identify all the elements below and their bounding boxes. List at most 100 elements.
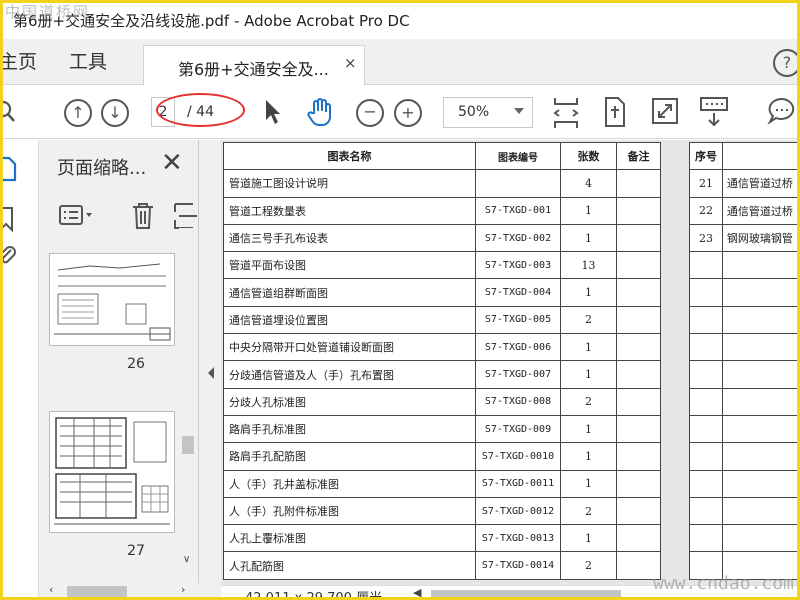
cell-note bbox=[616, 524, 661, 553]
next-page-icon[interactable]: ↓ bbox=[101, 99, 129, 127]
tab-tools[interactable]: 工具 bbox=[69, 39, 107, 85]
cell-code: S7-TXGD-0014 bbox=[475, 551, 561, 580]
document-view[interactable]: 图表名称 图表编号 张数 备注 管道施工图设计说明 4 管道工程数量表 S7-TXG… bbox=[221, 140, 797, 597]
page-thumbnail-27[interactable] bbox=[49, 411, 175, 533]
table-row: 通信三号手孔布设表 S7-TXGD-002 1 bbox=[223, 223, 661, 253]
tab-home[interactable]: 主页 bbox=[3, 39, 37, 85]
cell-name: 分歧人孔标准图 bbox=[223, 387, 476, 416]
previous-page-icon[interactable]: ↑ bbox=[64, 99, 92, 127]
cell-note bbox=[616, 360, 661, 389]
rotate-page-icon[interactable] bbox=[602, 96, 628, 128]
insert-pages-icon[interactable] bbox=[173, 202, 199, 230]
tab-document[interactable]: 第6册+交通安全及... × bbox=[143, 45, 365, 85]
table-row: 通信管道埋设位置图 S7-TXGD-005 2 bbox=[223, 305, 661, 335]
scroll-right-icon[interactable]: › bbox=[181, 583, 185, 596]
cell-note bbox=[616, 414, 661, 444]
cell-name bbox=[721, 414, 797, 444]
fit-width-icon[interactable] bbox=[553, 96, 579, 130]
zoom-select[interactable]: 50% bbox=[443, 97, 533, 128]
read-mode-icon[interactable] bbox=[699, 96, 729, 128]
collapse-panel-icon[interactable] bbox=[206, 366, 216, 380]
delete-icon[interactable] bbox=[131, 202, 155, 230]
drawing-index-table-continued: 序号 21 通信管道过桥 22 通信管道过桥 23 钢网玻璃钢管 bbox=[689, 141, 797, 580]
table-row bbox=[689, 469, 797, 498]
cell-name bbox=[721, 360, 797, 389]
zoom-value: 50% bbox=[458, 104, 490, 120]
page-thumbnails-icon[interactable] bbox=[0, 156, 19, 182]
cell-count: 1 bbox=[560, 223, 617, 253]
panel-scroll-thumb[interactable] bbox=[182, 436, 194, 454]
cell-name bbox=[721, 524, 797, 553]
col-header-count: 张数 bbox=[560, 141, 617, 171]
panel-toolbar bbox=[39, 194, 199, 234]
collapse-panel-strip[interactable] bbox=[199, 140, 221, 597]
cell-code: S7-TXGD-0012 bbox=[475, 496, 561, 526]
table-header-row: 图表名称 图表编号 张数 备注 bbox=[223, 141, 661, 171]
cell-name: 钢网玻璃钢管 bbox=[721, 223, 797, 253]
comment-icon[interactable] bbox=[767, 96, 797, 126]
table-row: 人（手）孔井盖标准图 S7-TXGD-0011 1 bbox=[223, 469, 661, 498]
zoom-out-icon[interactable]: − bbox=[356, 99, 384, 127]
table-row: 人孔配筋图 S7-TXGD-0014 2 bbox=[223, 551, 661, 580]
table-row: 23 钢网玻璃钢管 bbox=[689, 223, 797, 253]
panel-hscroll-thumb[interactable] bbox=[67, 586, 127, 597]
cell-no bbox=[689, 414, 723, 444]
cell-no: 22 bbox=[689, 196, 723, 225]
panel-vertical-scrollbar[interactable]: ∨ bbox=[179, 228, 197, 573]
hand-tool-icon[interactable] bbox=[306, 96, 336, 128]
bookmarks-icon[interactable] bbox=[0, 206, 19, 232]
panel-horizontal-scrollbar[interactable]: ‹ › bbox=[39, 583, 199, 597]
cell-count: 4 bbox=[560, 169, 617, 198]
cell-code bbox=[475, 169, 561, 198]
select-arrow-icon[interactable] bbox=[263, 98, 283, 126]
zoom-in-icon[interactable]: + bbox=[394, 99, 422, 127]
cell-no bbox=[689, 442, 723, 471]
table-row bbox=[689, 305, 797, 335]
toolbar: ↑ ↓ 2 / 44 − + 50% bbox=[3, 86, 797, 139]
cell-no bbox=[689, 251, 723, 280]
cell-code: S7-TXGD-005 bbox=[475, 305, 561, 335]
options-menu-icon[interactable] bbox=[59, 204, 95, 226]
cell-name bbox=[721, 496, 797, 526]
table-header-row: 序号 bbox=[689, 141, 797, 171]
cell-note bbox=[616, 333, 661, 362]
page-thumbnail-26[interactable] bbox=[49, 253, 175, 346]
scroll-left-icon[interactable]: ‹ bbox=[49, 583, 53, 596]
cell-note bbox=[616, 442, 661, 471]
table-row: 22 通信管道过桥 bbox=[689, 196, 797, 225]
table-row: 管道施工图设计说明 4 bbox=[223, 169, 661, 198]
cell-note bbox=[616, 278, 661, 307]
scroll-down-icon[interactable]: ∨ bbox=[183, 554, 190, 565]
help-icon[interactable]: ? bbox=[773, 49, 797, 77]
scroll-left-icon[interactable]: ◀ bbox=[413, 586, 421, 597]
cell-code: S7-TXGD-002 bbox=[475, 223, 561, 253]
table-row: 分歧通信管道及人（手）孔布置图 S7-TXGD-007 1 bbox=[223, 360, 661, 389]
table-row bbox=[689, 387, 797, 416]
attachments-icon[interactable] bbox=[0, 244, 19, 270]
document-hscroll-thumb[interactable] bbox=[431, 590, 621, 597]
search-icon[interactable] bbox=[0, 100, 17, 124]
table-row: 管道工程数量表 S7-TXGD-001 1 bbox=[223, 196, 661, 225]
cell-name: 通信三号手孔布设表 bbox=[223, 223, 476, 253]
cell-count: 1 bbox=[560, 414, 617, 444]
close-panel-icon[interactable]: ✕ bbox=[161, 148, 183, 178]
cell-note bbox=[616, 169, 661, 198]
cell-no bbox=[689, 278, 723, 307]
close-tab-icon[interactable]: × bbox=[344, 54, 357, 72]
cell-no bbox=[689, 469, 723, 498]
cell-count: 1 bbox=[560, 196, 617, 225]
table-row bbox=[689, 414, 797, 444]
table-row: 人孔上覆标准图 S7-TXGD-0013 1 bbox=[223, 524, 661, 553]
cell-name: 通信管道埋设位置图 bbox=[223, 305, 476, 335]
cell-no bbox=[689, 333, 723, 362]
cell-name: 管道施工图设计说明 bbox=[223, 169, 476, 198]
cell-note bbox=[616, 305, 661, 335]
table-row: 管道平面布设图 S7-TXGD-003 13 bbox=[223, 251, 661, 280]
cell-no bbox=[689, 524, 723, 553]
cell-code: S7-TXGD-007 bbox=[475, 360, 561, 389]
full-screen-icon[interactable] bbox=[651, 97, 679, 125]
cell-name: 中央分隔带开口处管道铺设断面图 bbox=[223, 333, 476, 362]
cell-code: S7-TXGD-008 bbox=[475, 387, 561, 416]
table-row: 分歧人孔标准图 S7-TXGD-008 2 bbox=[223, 387, 661, 416]
cell-name: 通信管道组群断面图 bbox=[223, 278, 476, 307]
